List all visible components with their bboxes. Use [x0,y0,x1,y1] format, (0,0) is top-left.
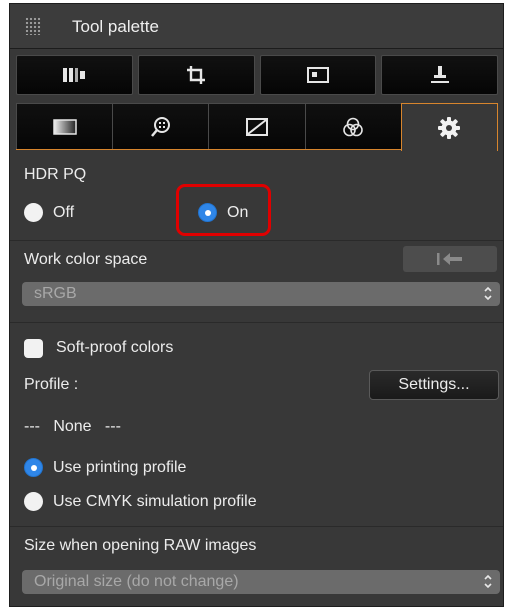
gear-icon [438,116,461,139]
adjust-icon [63,68,86,82]
title-bar[interactable]: Tool palette [10,4,503,49]
chevron-updown-icon [484,574,492,589]
tab-settings[interactable] [400,103,499,151]
radio-printing-indicator [24,458,43,477]
settings-button[interactable]: Settings... [369,370,499,400]
divider [10,322,503,323]
divider [10,526,503,527]
work-color-space-select[interactable]: sRGB [22,282,500,306]
palette-tabs [16,103,499,151]
gradient-icon [52,118,77,135]
color-circles-icon [343,117,364,136]
stamp-tool-button[interactable] [381,55,498,95]
crop-tool-button[interactable] [137,55,255,95]
tab-basic-adjust[interactable] [16,103,114,149]
soft-proof-label[interactable]: Soft-proof colors [56,339,173,357]
work-color-space-label: Work color space [24,251,148,268]
tab-detail[interactable] [112,103,210,149]
use-printing-profile-label: Use printing profile [53,458,187,476]
drag-grip-icon[interactable] [25,17,41,35]
zoom-detail-icon [150,116,170,137]
tool-palette: Tool palette HDR PQ Off On Work color sp… [10,4,503,606]
tool-button-row [16,55,498,95]
work-color-space-value: sRGB [34,285,77,302]
raw-size-label: Size when opening RAW images [24,537,257,554]
hdr-pq-label: HDR PQ [24,166,87,183]
stamp-icon [430,66,449,83]
highlight-annotation [176,184,271,236]
palette-title: Tool palette [72,17,159,36]
tab-tone-curve[interactable] [208,103,306,149]
use-cmyk-profile-label: Use CMYK simulation profile [53,492,257,510]
use-cmyk-profile-radio[interactable]: Use CMYK simulation profile [24,492,257,511]
tab-color[interactable] [304,103,402,149]
profile-value: --- None --- [24,418,121,435]
raw-size-value: Original size (do not change) [34,573,239,590]
revert-color-space-button[interactable] [403,246,497,272]
adjust-tool-button[interactable] [16,55,133,95]
radio-off-indicator [24,203,43,222]
crop-icon [187,66,206,84]
image-frame-tool-button[interactable] [259,55,377,95]
profile-label: Profile : [24,376,79,393]
revert-icon [437,253,462,265]
radio-cmyk-indicator [24,492,43,511]
use-printing-profile-radio[interactable]: Use printing profile [24,458,186,477]
divider [10,240,503,241]
soft-proof-checkbox[interactable] [24,339,43,358]
hdr-pq-off-radio[interactable]: Off [24,203,74,222]
tone-curve-icon [246,117,268,136]
chevron-updown-icon [484,286,492,301]
raw-size-select[interactable]: Original size (do not change) [22,570,500,594]
hdr-pq-off-label: Off [53,203,75,221]
image-frame-icon [306,67,329,83]
